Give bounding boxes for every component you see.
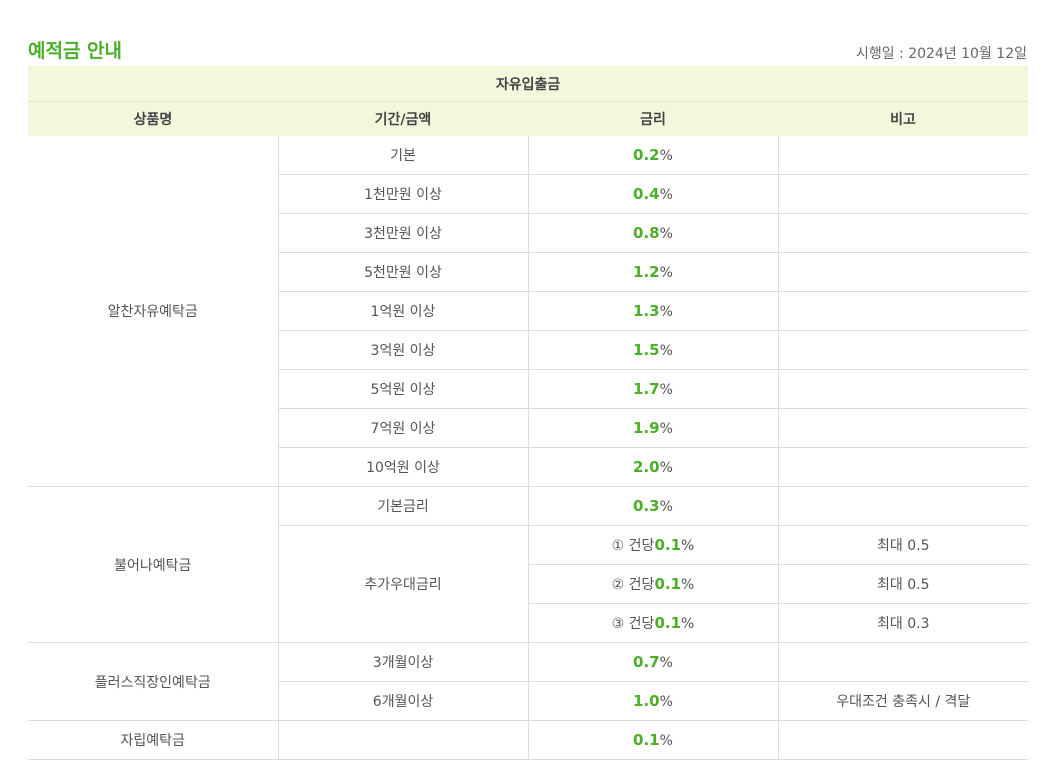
term-cell: 10억원 이상 bbox=[277, 447, 528, 487]
term-cell: 추가우대금리 bbox=[277, 525, 528, 643]
rate-prefix: ① 건당 bbox=[611, 538, 655, 554]
percent-sign: % bbox=[659, 343, 673, 359]
rate-cell: 0.2% bbox=[527, 136, 778, 175]
rate-value: 1.2 bbox=[633, 263, 660, 281]
percent-sign: % bbox=[681, 616, 695, 632]
term-cell: 5억원 이상 bbox=[277, 369, 528, 409]
rate-value: 0.1 bbox=[633, 731, 660, 749]
term-cell bbox=[277, 720, 528, 760]
product-name: 플러스직장인예탁금 bbox=[28, 642, 278, 721]
percent-sign: % bbox=[659, 265, 673, 281]
term-cell: 3개월이상 bbox=[277, 642, 528, 682]
note-cell bbox=[777, 136, 1029, 175]
rate-cell: 0.7% bbox=[527, 642, 778, 682]
note-cell bbox=[777, 252, 1029, 292]
percent-sign: % bbox=[659, 499, 673, 515]
percent-sign: % bbox=[659, 382, 673, 398]
note-cell bbox=[777, 291, 1029, 331]
rate-value: 0.1 bbox=[654, 614, 682, 632]
term-cell: 기본 bbox=[277, 136, 528, 175]
group-header: 자유입출금 bbox=[28, 66, 1029, 102]
rate-cell: 1.9% bbox=[527, 408, 778, 448]
column-header-note: 비고 bbox=[778, 101, 1029, 136]
note-cell: 최대 0.5 bbox=[777, 525, 1029, 565]
percent-sign: % bbox=[681, 538, 695, 554]
page-title: 예적금 안내 bbox=[28, 40, 123, 62]
rate-value: 1.3 bbox=[633, 302, 660, 320]
rate-value: 1.5 bbox=[633, 341, 660, 359]
note-cell bbox=[777, 642, 1029, 682]
percent-sign: % bbox=[659, 304, 673, 320]
term-cell: 1천만원 이상 bbox=[277, 174, 528, 214]
table-row: 불어나예탁금 기본금리 0.3% bbox=[28, 486, 1029, 643]
table-row: 자립예탁금 0.1% bbox=[28, 720, 1029, 760]
note-cell: 최대 0.5 bbox=[777, 564, 1029, 604]
rate-cell: 0.1% bbox=[527, 720, 778, 760]
percent-sign: % bbox=[681, 577, 695, 593]
note-cell bbox=[777, 330, 1029, 370]
term-cell: 5천만원 이상 bbox=[277, 252, 528, 292]
column-header-product: 상품명 bbox=[28, 101, 278, 136]
rate-cell: 1.7% bbox=[527, 369, 778, 409]
note-cell bbox=[777, 408, 1029, 448]
product-name: 불어나예탁금 bbox=[28, 486, 278, 643]
rate-cell: 0.4% bbox=[527, 174, 778, 214]
term-cell: 3천만원 이상 bbox=[277, 213, 528, 253]
note-cell bbox=[777, 447, 1029, 487]
percent-sign: % bbox=[659, 655, 673, 671]
rate-value: 2.0 bbox=[633, 458, 660, 476]
term-cell: 3억원 이상 bbox=[277, 330, 528, 370]
percent-sign: % bbox=[659, 733, 673, 749]
note-cell bbox=[777, 486, 1029, 526]
rate-cell: ③ 건당0.1% bbox=[527, 603, 778, 643]
percent-sign: % bbox=[659, 694, 673, 710]
rate-cell: ① 건당0.1% bbox=[527, 525, 778, 565]
note-cell bbox=[777, 174, 1029, 214]
term-cell: 6개월이상 bbox=[277, 681, 528, 721]
rate-prefix: ② 건당 bbox=[611, 577, 655, 593]
percent-sign: % bbox=[659, 187, 673, 203]
percent-sign: % bbox=[659, 421, 673, 437]
rate-cell: 0.8% bbox=[527, 213, 778, 253]
column-header-term: 기간/금액 bbox=[278, 101, 528, 136]
column-header-rate: 금리 bbox=[528, 101, 778, 136]
rate-value: 0.1 bbox=[654, 575, 682, 593]
rate-cell: 1.2% bbox=[527, 252, 778, 292]
rate-value: 0.1 bbox=[654, 536, 682, 554]
rate-cell: 1.0% bbox=[527, 681, 778, 721]
rate-cell: 0.3% bbox=[527, 486, 778, 526]
note-cell: 우대조건 충족시 / 격달 bbox=[777, 681, 1029, 721]
note-cell bbox=[777, 720, 1029, 760]
term-cell: 기본금리 bbox=[277, 486, 528, 526]
product-name: 자립예탁금 bbox=[28, 720, 278, 760]
rate-value: 0.2 bbox=[633, 146, 660, 164]
table-row: 알찬자유예탁금 기본 0.2% bbox=[28, 136, 1029, 487]
rate-value: 0.3 bbox=[633, 497, 660, 515]
product-name: 알찬자유예탁금 bbox=[28, 136, 278, 487]
percent-sign: % bbox=[659, 460, 673, 476]
rate-cell: 2.0% bbox=[527, 447, 778, 487]
rate-value: 1.7 bbox=[633, 380, 660, 398]
rate-value: 0.7 bbox=[633, 653, 660, 671]
rate-cell: 1.3% bbox=[527, 291, 778, 331]
rate-value: 0.4 bbox=[633, 185, 660, 203]
rate-value: 0.8 bbox=[633, 224, 660, 242]
rate-prefix: ③ 건당 bbox=[611, 616, 655, 632]
rate-table: 자유입출금 상품명 기간/금액 금리 비고 알찬자유예탁금 기본 0.2% 1천… bbox=[28, 66, 1029, 760]
percent-sign: % bbox=[659, 148, 673, 164]
rate-cell: ② 건당0.1% bbox=[527, 564, 778, 604]
rate-value: 1.0 bbox=[633, 692, 660, 710]
percent-sign: % bbox=[659, 226, 673, 242]
term-cell: 1억원 이상 bbox=[277, 291, 528, 331]
note-cell bbox=[777, 213, 1029, 253]
note-cell bbox=[777, 369, 1029, 409]
effective-date: 시행일 : 2024년 10월 12일 bbox=[855, 46, 1027, 62]
term-cell: 7억원 이상 bbox=[277, 408, 528, 448]
rate-cell: 1.5% bbox=[527, 330, 778, 370]
rate-value: 1.9 bbox=[633, 419, 660, 437]
note-cell: 최대 0.3 bbox=[777, 603, 1029, 643]
table-row: 플러스직장인예탁금 3개월이상 0.7% bbox=[28, 642, 1029, 721]
